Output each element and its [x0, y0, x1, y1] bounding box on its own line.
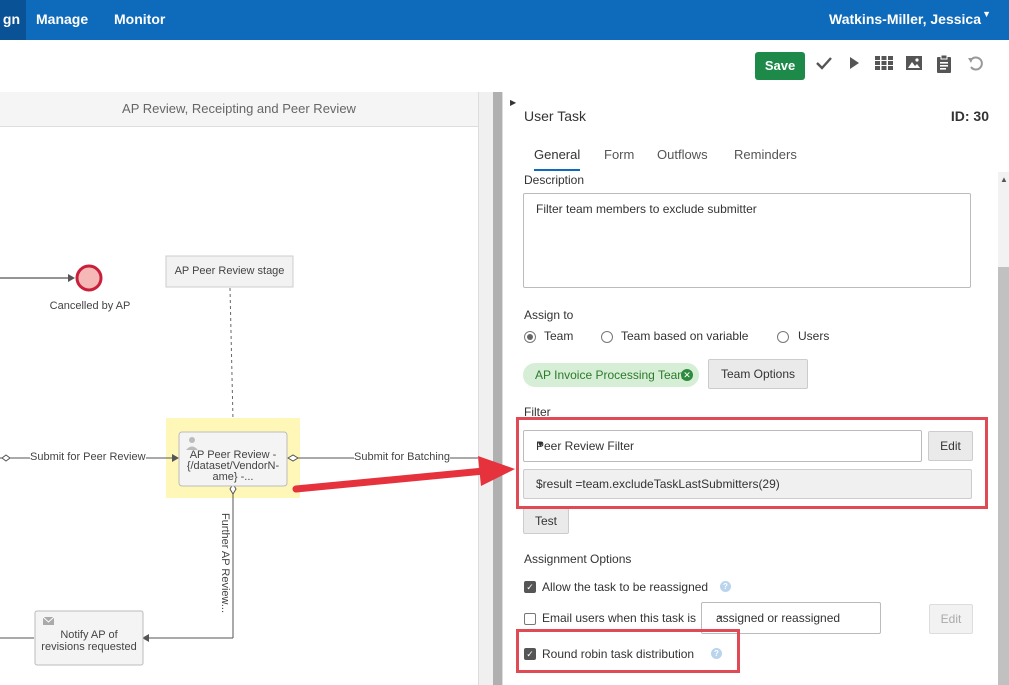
- team-chip-label: AP Invoice Processing Team: [535, 368, 688, 382]
- tab-general[interactable]: General: [534, 147, 581, 171]
- task-label-line-3: ame} -...: [212, 471, 254, 483]
- edge-label-submit-batching[interactable]: Submit for Batching: [354, 451, 450, 463]
- scrollbar-thumb[interactable]: [998, 267, 1009, 685]
- radio-team[interactable]: [524, 331, 536, 343]
- panel-title: User Task: [524, 108, 586, 124]
- assignment-options-label: Assignment Options: [524, 552, 632, 566]
- undo-icon[interactable]: [965, 54, 987, 76]
- chevron-down-icon[interactable]: ⌄: [716, 610, 872, 621]
- task-id: ID: 30: [950, 108, 989, 124]
- notify-ap-task[interactable]: Notify AP of revisions requested: [35, 629, 143, 653]
- play-icon[interactable]: [843, 54, 865, 76]
- email-users-checkbox[interactable]: [524, 613, 536, 625]
- email-users-label[interactable]: Email users when this task is: [542, 611, 696, 625]
- ap-peer-review-task[interactable]: AP Peer Review - {/dataset/VendorN- ame}…: [179, 450, 287, 483]
- chevron-down-icon[interactable]: ▼: [982, 9, 991, 19]
- clipboard-icon[interactable]: [933, 54, 955, 76]
- image-icon[interactable]: [903, 54, 925, 76]
- allow-reassign-checkbox[interactable]: ✓: [524, 581, 536, 593]
- properties-panel: ▶ User Task ID: 30 General Form Outflows…: [503, 92, 1009, 685]
- cancelled-by-ap-label: Cancelled by AP: [49, 300, 131, 312]
- radio-team-variable-label[interactable]: Team based on variable: [621, 329, 748, 343]
- top-nav-bar: gn Manage Monitor Watkins-Miller, Jessic…: [0, 0, 1009, 40]
- edge-label-further-review[interactable]: Further AP Review...: [219, 508, 231, 618]
- scroll-up-icon[interactable]: ▲: [1000, 175, 1008, 184]
- edge-label-submit-peer[interactable]: Submit for Peer Review: [30, 451, 146, 463]
- allow-reassign-label[interactable]: Allow the task to be reassigned: [542, 580, 708, 594]
- grid-icon[interactable]: [873, 54, 895, 76]
- description-value: Filter team members to exclude submitter: [536, 202, 757, 216]
- assign-to-label: Assign to: [524, 308, 574, 322]
- panel-scrollbar[interactable]: ▲: [998, 172, 1009, 685]
- help-icon[interactable]: ?: [720, 581, 731, 592]
- radio-users[interactable]: [777, 331, 789, 343]
- nav-monitor-tab[interactable]: Monitor: [114, 0, 165, 40]
- team-chip: AP Invoice Processing Team ✕: [523, 363, 699, 387]
- notify-label-line-1: Notify AP of: [60, 629, 118, 641]
- tab-reminders[interactable]: Reminders: [734, 147, 797, 162]
- nav-design-tab[interactable]: gn: [0, 0, 26, 40]
- email-edit-button[interactable]: Edit: [929, 604, 973, 634]
- radio-team-label[interactable]: Team: [544, 329, 573, 343]
- process-canvas[interactable]: AP Review, Receipting and Peer Review Ca…: [0, 92, 494, 685]
- filter-highlight-box: [516, 417, 988, 509]
- collapse-caret-icon[interactable]: ▶: [510, 98, 516, 107]
- description-label: Description: [524, 173, 585, 187]
- ap-peer-review-stage[interactable]: AP Peer Review stage: [166, 265, 293, 277]
- panel-resize-handle[interactable]: [493, 92, 502, 685]
- nav-manage-tab[interactable]: Manage: [36, 0, 88, 40]
- canvas-scrollbar[interactable]: [478, 92, 494, 685]
- description-field[interactable]: Filter team members to exclude submitter: [523, 193, 971, 288]
- radio-users-label[interactable]: Users: [798, 329, 829, 343]
- process-diagram: [0, 255, 478, 666]
- round-robin-highlight-box: [516, 629, 740, 673]
- tab-form[interactable]: Form: [604, 147, 634, 162]
- team-options-button[interactable]: Team Options: [708, 359, 808, 389]
- toolbar: Save: [0, 40, 1009, 93]
- tab-outflows[interactable]: Outflows: [657, 147, 708, 162]
- remove-team-icon[interactable]: ✕: [681, 369, 693, 381]
- check-icon[interactable]: [813, 54, 835, 76]
- save-button[interactable]: Save: [755, 52, 805, 80]
- notify-label-line-2: revisions requested: [41, 641, 137, 653]
- radio-team-variable[interactable]: [601, 331, 613, 343]
- user-menu[interactable]: Watkins-Miller, Jessica: [829, 0, 981, 38]
- test-button[interactable]: Test: [523, 508, 569, 534]
